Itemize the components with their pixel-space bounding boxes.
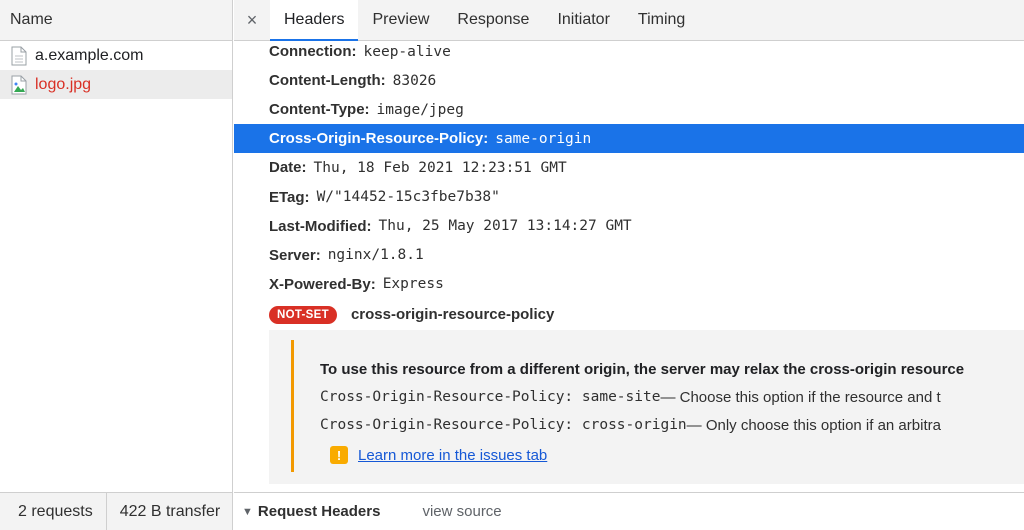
header-key: Content-Type: [269, 101, 370, 119]
header-row-etag[interactable]: ETag: W/"14452-15c3fbe7b38" [234, 182, 1024, 211]
tab-response[interactable]: Response [443, 0, 543, 40]
header-key: X-Powered-By: [269, 275, 376, 293]
issue-option-cross-origin: Cross-Origin-Resource-Policy: cross-orig… [320, 411, 1024, 439]
issue-title: To use this resource from a different or… [320, 360, 965, 378]
header-row-content-type[interactable]: Content-Type: image/jpeg [234, 95, 1024, 124]
header-key: ETag: [269, 188, 310, 206]
header-value: Thu, 18 Feb 2021 12:23:51 GMT [313, 159, 567, 176]
request-headers-title: Request Headers [257, 503, 381, 520]
request-name: a.example.com [35, 46, 144, 64]
headers-content: Connection: keep-alive Content-Length: 8… [234, 41, 1024, 491]
name-column-header[interactable]: Name [0, 0, 232, 41]
header-row-server[interactable]: Server: nginx/1.8.1 [234, 241, 1024, 270]
request-name: logo.jpg [35, 75, 92, 93]
request-details-panel: × Headers Preview Response Initiator Tim… [234, 0, 1024, 530]
warning-icon: ! [330, 446, 348, 464]
header-key: Cross-Origin-Resource-Policy: [269, 130, 489, 148]
header-value: Thu, 25 May 2017 13:14:27 GMT [378, 218, 632, 235]
header-key: Connection: [269, 43, 357, 61]
header-value: same-origin [495, 130, 592, 147]
header-value: image/jpeg [376, 101, 464, 118]
close-icon[interactable]: × [234, 0, 270, 40]
tab-preview[interactable]: Preview [358, 0, 443, 40]
not-set-header-name: cross-origin-resource-policy [350, 306, 555, 324]
header-key: Content-Length: [269, 72, 386, 90]
issue-option-text: — Only choose this option if an arbitra [686, 416, 941, 434]
header-row-corp-selected[interactable]: Cross-Origin-Resource-Policy: same-origi… [234, 124, 1024, 154]
header-row-x-powered-by[interactable]: X-Powered-By: Express [234, 270, 1024, 299]
header-value: nginx/1.8.1 [327, 247, 424, 264]
learn-more-link[interactable]: Learn more in the issues tab [358, 447, 547, 464]
issue-option-text: — Choose this option if the resource and… [660, 388, 941, 406]
tab-initiator[interactable]: Initiator [543, 0, 623, 40]
header-value: keep-alive [363, 43, 451, 60]
issue-option-code: Cross-Origin-Resource-Policy: cross-orig… [320, 417, 687, 433]
collapse-triangle-icon[interactable]: ▼ [242, 506, 253, 518]
image-file-icon [11, 75, 27, 94]
tab-headers[interactable]: Headers [270, 0, 359, 41]
request-list-panel: Name a.example.com logo.jpg 2 requests 4… [0, 0, 233, 530]
view-source-link[interactable]: view source [422, 503, 501, 520]
document-icon [11, 46, 27, 65]
details-tab-bar: × Headers Preview Response Initiator Tim… [234, 0, 1024, 41]
header-value: Express [382, 276, 444, 293]
not-set-header-row[interactable]: NOT-SET cross-origin-resource-policy [234, 299, 1024, 331]
header-key: Date: [269, 159, 307, 177]
request-row-selected[interactable]: logo.jpg [0, 70, 232, 99]
header-row-date[interactable]: Date: Thu, 18 Feb 2021 12:23:51 GMT [234, 153, 1024, 182]
issue-details-box: To use this resource from a different or… [269, 330, 1024, 484]
issue-option-code: Cross-Origin-Resource-Policy: same-site [320, 389, 661, 405]
request-row[interactable]: a.example.com [0, 41, 232, 70]
issue-link-row: ! Learn more in the issues tab [320, 440, 1024, 470]
header-row-connection[interactable]: Connection: keep-alive [234, 41, 1024, 66]
status-bar: 2 requests 422 B transfer [0, 492, 232, 530]
header-row-last-modified[interactable]: Last-Modified: Thu, 25 May 2017 13:14:27… [234, 212, 1024, 241]
request-count: 2 requests [0, 493, 107, 530]
header-value: 83026 [392, 72, 437, 89]
header-row-content-length[interactable]: Content-Length: 83026 [234, 66, 1024, 95]
transfer-size: 422 B transfer [119, 502, 221, 520]
header-key: Server: [269, 246, 321, 264]
name-column-label: Name [10, 11, 53, 28]
header-key: Last-Modified: [269, 217, 372, 235]
issue-option-same-site: Cross-Origin-Resource-Policy: same-site … [320, 383, 1024, 411]
tab-timing[interactable]: Timing [624, 0, 699, 40]
not-set-badge: NOT-SET [269, 305, 337, 324]
issue-callout: To use this resource from a different or… [291, 340, 1024, 472]
request-headers-section-header[interactable]: ▼ Request Headers view source [234, 492, 1024, 530]
header-value: W/"14452-15c3fbe7b38" [316, 189, 500, 206]
